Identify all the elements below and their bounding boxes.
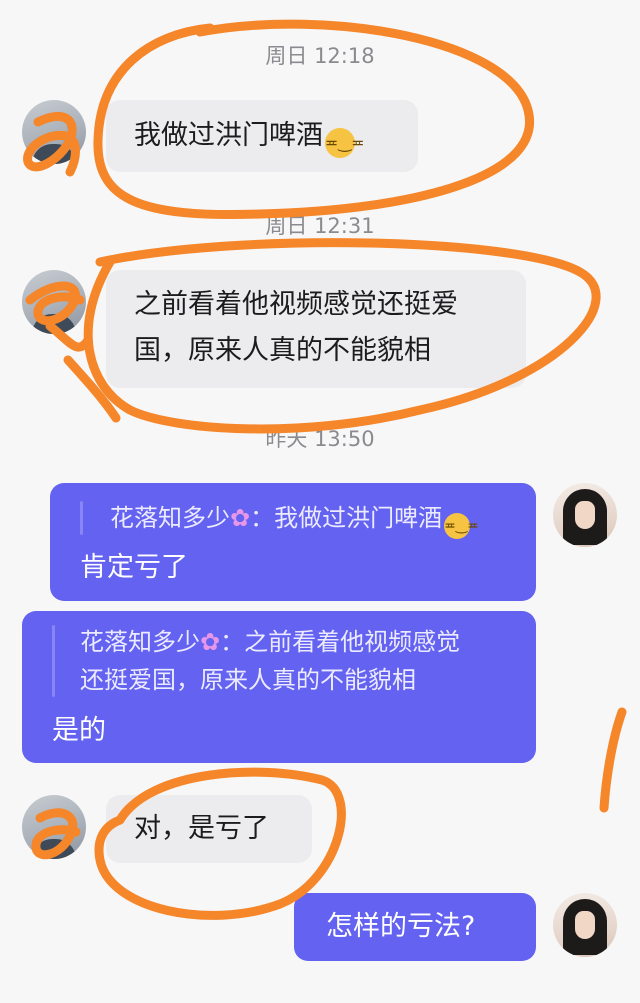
message-text-line: 国，原来人真的不能貌相 bbox=[134, 335, 431, 366]
smirk-emoji-icon: ≖‿≖ bbox=[325, 128, 365, 158]
message-bubble-outgoing[interactable]: 怎样的亏法? bbox=[294, 893, 536, 961]
message-bubble-incoming[interactable]: 我做过洪门啤酒 ≖‿≖ bbox=[106, 100, 418, 172]
contact-avatar[interactable] bbox=[22, 270, 86, 334]
quote-separator: ： bbox=[220, 628, 245, 656]
avatar-figure bbox=[32, 314, 76, 334]
my-avatar[interactable] bbox=[553, 893, 617, 957]
my-avatar[interactable] bbox=[553, 483, 617, 547]
timestamp: 周日 12:31 bbox=[265, 214, 375, 238]
message-text: 肯定亏了 bbox=[80, 552, 188, 583]
message-bubble-incoming[interactable]: 对，是亏了 bbox=[106, 795, 312, 863]
avatar-face bbox=[575, 501, 595, 529]
quote-bar bbox=[80, 501, 83, 535]
message-text: 是的 bbox=[52, 715, 106, 746]
quote-bar bbox=[52, 625, 55, 697]
flower-icon: ✿ bbox=[200, 628, 221, 656]
quote-separator: ： bbox=[250, 504, 275, 532]
quote-text: 我做过洪门啤酒 bbox=[274, 504, 443, 532]
contact-avatar[interactable] bbox=[22, 100, 86, 164]
timestamp: 周日 12:18 bbox=[265, 44, 375, 68]
avatar-figure bbox=[32, 144, 76, 164]
quote-author: 花落知多少 bbox=[80, 628, 200, 656]
smirk-emoji-icon: ≖‿≖ bbox=[444, 513, 479, 539]
quoted-message: 花落知多少✿：之前看着他视频感觉 还挺爱国，原来人真的不能貌相 bbox=[80, 623, 460, 699]
annotation-stroke bbox=[599, 707, 627, 813]
message-text: 我做过洪门啤酒 bbox=[134, 120, 323, 151]
message-text: 对，是亏了 bbox=[134, 813, 269, 844]
timestamp: 昨天 13:50 bbox=[265, 427, 375, 451]
message-bubble-outgoing[interactable]: 花落知多少✿：我做过洪门啤酒 ≖‿≖ 肯定亏了 bbox=[50, 483, 536, 601]
message-bubble-outgoing[interactable]: 花落知多少✿：之前看着他视频感觉 还挺爱国，原来人真的不能貌相 是的 bbox=[22, 611, 536, 763]
avatar-face bbox=[575, 911, 595, 939]
message-text-line: 之前看着他视频感觉还挺爱 bbox=[134, 289, 458, 320]
quote-text: 之前看着他视频感觉 bbox=[244, 628, 461, 656]
message-bubble-incoming[interactable]: 之前看着他视频感觉还挺爱 国，原来人真的不能貌相 bbox=[106, 270, 526, 388]
quote-author: 花落知多少 bbox=[110, 504, 230, 532]
flower-icon: ✿ bbox=[230, 504, 251, 532]
contact-avatar[interactable] bbox=[22, 795, 86, 859]
quote-text: 还挺爱国，原来人真的不能貌相 bbox=[80, 666, 416, 694]
quoted-message: 花落知多少✿：我做过洪门啤酒 ≖‿≖ bbox=[110, 499, 479, 539]
message-text: 怎样的亏法? bbox=[326, 911, 476, 942]
avatar-figure bbox=[32, 839, 76, 859]
